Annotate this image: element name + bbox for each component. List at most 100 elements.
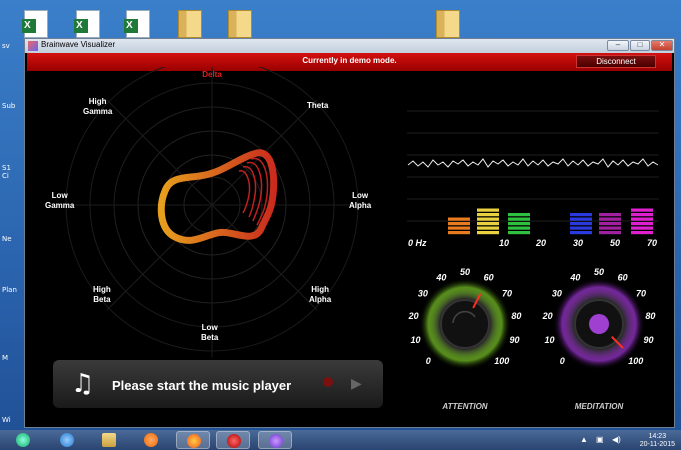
taskbar-brainwave-icon[interactable] <box>258 431 292 449</box>
gauge-tick-label: 30 <box>552 288 562 298</box>
music-player-prompt: Please start the music player <box>112 378 292 393</box>
frequency-bar-segment <box>631 226 653 230</box>
frequency-bar-segment <box>508 222 530 226</box>
gauge-tick-label: 60 <box>484 273 494 283</box>
radar-label-low-gamma: Low Gamma <box>45 191 75 210</box>
desktop-label: Ne <box>2 235 12 243</box>
radar-label-low-beta: Low Beta <box>201 323 219 342</box>
gauge-tick-label: 10 <box>545 335 555 345</box>
taskbar-firefox-icon[interactable] <box>176 431 210 449</box>
record-icon[interactable] <box>323 377 333 387</box>
frequency-bar-segment <box>570 213 592 217</box>
minimize-icon: – <box>615 40 621 49</box>
radar-label-low-alpha: Low Alpha <box>349 191 372 210</box>
frequency-bar-segment <box>570 226 592 230</box>
gauge-tick-label: 40 <box>569 273 580 283</box>
frequency-bar-segment <box>477 226 499 230</box>
close-icon: ✕ <box>658 40 666 49</box>
gauge-tick-label: 50 <box>460 267 470 277</box>
gauge-tick-label: 90 <box>643 335 653 345</box>
frequency-bar-segment <box>599 231 621 235</box>
frequency-bar-segment <box>477 208 499 212</box>
desktop-label: Wi <box>2 416 11 424</box>
desktop-left-labels: sv Sub S1 Ci Ne Plan M Wi <box>0 40 24 430</box>
maximize-button[interactable]: □ <box>630 40 650 51</box>
play-icon[interactable]: ▶ <box>351 375 362 392</box>
excel-file-icon[interactable] <box>124 10 150 38</box>
minimize-button[interactable]: – <box>607 40 629 51</box>
frequency-bar-segment <box>631 208 653 212</box>
tray-volume-icon[interactable]: ◀) <box>612 435 621 444</box>
frequency-bar-segment <box>448 226 470 230</box>
frequency-bar-segment <box>477 217 499 221</box>
frequency-bar-segment <box>508 217 530 221</box>
taskbar-media-icon[interactable] <box>134 431 168 449</box>
frequency-bar-segment <box>448 217 470 221</box>
frequency-bar-segment <box>477 222 499 226</box>
start-button[interactable] <box>6 431 40 449</box>
title-bar[interactable]: Brainwave Visualizer – □ ✕ <box>25 39 674 53</box>
gauge-tick-label: 100 <box>628 356 643 366</box>
radar-label-high-gamma: High Gamma <box>83 97 113 116</box>
axis-label-70: 70 <box>647 238 657 248</box>
gauge-tick-label: 100 <box>494 356 509 366</box>
tray-arrow-icon[interactable]: ▲ <box>580 435 588 444</box>
frequency-bar-segment <box>631 217 653 221</box>
close-button[interactable]: ✕ <box>651 40 673 51</box>
clock[interactable]: 14:23 20-11-2015 <box>640 433 675 449</box>
gauge-tick-label: 70 <box>636 288 646 298</box>
radar-label-high-alpha: High Alpha <box>309 285 332 304</box>
gauge-tick-label: 80 <box>645 311 655 321</box>
desktop-label: Plan <box>2 286 17 294</box>
frequency-bar-segment <box>448 231 470 235</box>
gauge-tick-label: 70 <box>502 288 512 298</box>
gauge-tick-label: 0 <box>426 356 431 366</box>
radar-label-delta: Delta <box>202 70 222 79</box>
gauge-tick-label: 50 <box>594 267 604 277</box>
radar-label-high-beta: High Beta <box>93 285 111 304</box>
music-player-bar[interactable]: ♫ Please start the music player ▶ <box>53 360 383 408</box>
folder-icon[interactable] <box>178 10 202 38</box>
frequency-bar-segment <box>599 226 621 230</box>
music-note-icon: ♫ <box>71 369 95 399</box>
tray-network-icon[interactable]: ▣ <box>596 435 604 444</box>
folder-icon[interactable] <box>228 10 252 38</box>
excel-file-icon[interactable] <box>74 10 100 38</box>
frequency-bar-segment <box>631 213 653 217</box>
spectrum-axis: 0 Hz 10 20 30 50 70 <box>408 238 657 248</box>
frequency-bar-segment <box>599 222 621 226</box>
meditation-label: MEDITATION <box>575 402 624 411</box>
folder-icon[interactable] <box>436 10 460 38</box>
maximize-icon: □ <box>637 40 643 49</box>
gauge-tick-label: 40 <box>435 273 446 283</box>
radar-label-theta: Theta <box>307 101 329 110</box>
frequency-bar-segment <box>508 231 530 235</box>
frequency-bar-segment <box>631 231 653 235</box>
gauge-tick-label: 60 <box>618 273 628 283</box>
taskbar-ie-icon[interactable] <box>50 431 84 449</box>
gauge-tick-label: 10 <box>411 335 421 345</box>
frequency-bar-segment <box>477 231 499 235</box>
frequency-bar-segment <box>631 222 653 226</box>
desktop-label: Sub <box>2 102 16 110</box>
app-icon <box>28 41 38 51</box>
axis-label-20: 20 <box>535 238 546 248</box>
frequency-bar-segment <box>477 213 499 217</box>
clock-date: 20-11-2015 <box>639 441 675 448</box>
taskbar-explorer-icon[interactable] <box>92 431 126 449</box>
excel-file-icon[interactable] <box>22 10 48 38</box>
brainwave-window: Brainwave Visualizer – □ ✕ Currently in … <box>24 38 675 428</box>
gauge-tick-label: 20 <box>542 311 553 321</box>
frequency-bar-segment <box>508 226 530 230</box>
axis-label-10: 10 <box>499 238 509 248</box>
gauge-tick-label: 90 <box>509 335 519 345</box>
frequency-bar-segment <box>570 231 592 235</box>
spectrum-panel: 0 Hz 10 20 30 50 70 <box>407 89 659 248</box>
frequency-bar-segment <box>570 222 592 226</box>
axis-label-0hz: 0 Hz <box>408 238 427 248</box>
window-title: Brainwave Visualizer <box>41 40 116 49</box>
gauge-tick-label: 0 <box>560 356 565 366</box>
taskbar: ▲ ▣ ◀) 14:23 20-11-2015 <box>0 430 681 450</box>
desktop-label: S1 Ci <box>2 164 11 180</box>
taskbar-app-icon[interactable] <box>216 431 250 449</box>
